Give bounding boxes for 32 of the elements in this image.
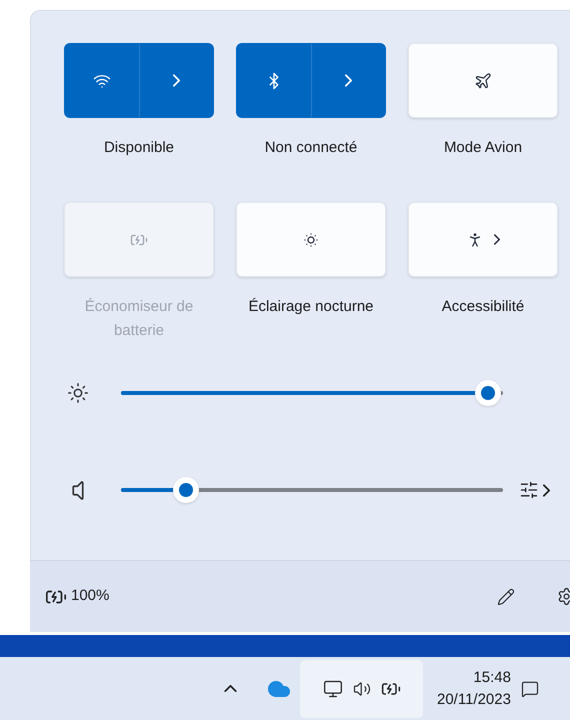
slider[interactable] bbox=[121, 477, 503, 503]
tile-label: Accessibilité bbox=[442, 297, 524, 317]
speaker-icon bbox=[352, 680, 370, 698]
chevron-icon bbox=[344, 74, 352, 87]
notification-icon[interactable] bbox=[520, 680, 539, 698]
slider[interactable] bbox=[121, 380, 503, 406]
sound-mixer-button[interactable] bbox=[519, 480, 550, 500]
brightness-icon bbox=[67, 382, 89, 404]
slider-thumb[interactable] bbox=[172, 477, 199, 503]
settings-icon bbox=[556, 587, 570, 606]
chevron-icon bbox=[543, 484, 550, 496]
toggle-button[interactable] bbox=[408, 43, 558, 118]
pencil-icon bbox=[497, 588, 515, 606]
tile-label: Éclairage nocturne bbox=[248, 297, 374, 317]
speaker-icon bbox=[72, 480, 84, 500]
tile-label: Économiseur de batterie bbox=[84, 297, 194, 341]
battery-level: 100% bbox=[71, 586, 110, 606]
tile-label: Mode Avion bbox=[444, 138, 522, 158]
slider-thumb[interactable] bbox=[474, 380, 501, 406]
sun-icon bbox=[302, 230, 320, 248]
tile-label: Disponible bbox=[104, 138, 174, 158]
toggle-button[interactable] bbox=[236, 202, 386, 277]
chevron-up-icon bbox=[224, 685, 236, 692]
clock-button[interactable]: 15:48 20/11/2023 bbox=[437, 666, 511, 710]
monitor-icon bbox=[322, 678, 342, 698]
chevron-icon bbox=[494, 234, 500, 245]
airplane-icon bbox=[474, 72, 492, 90]
tile-label: Non connecté bbox=[264, 138, 358, 158]
system-tray-button[interactable] bbox=[300, 660, 423, 718]
mixer-icon bbox=[519, 480, 539, 500]
toggle-button[interactable] bbox=[408, 202, 558, 277]
chevron-icon bbox=[172, 74, 180, 87]
